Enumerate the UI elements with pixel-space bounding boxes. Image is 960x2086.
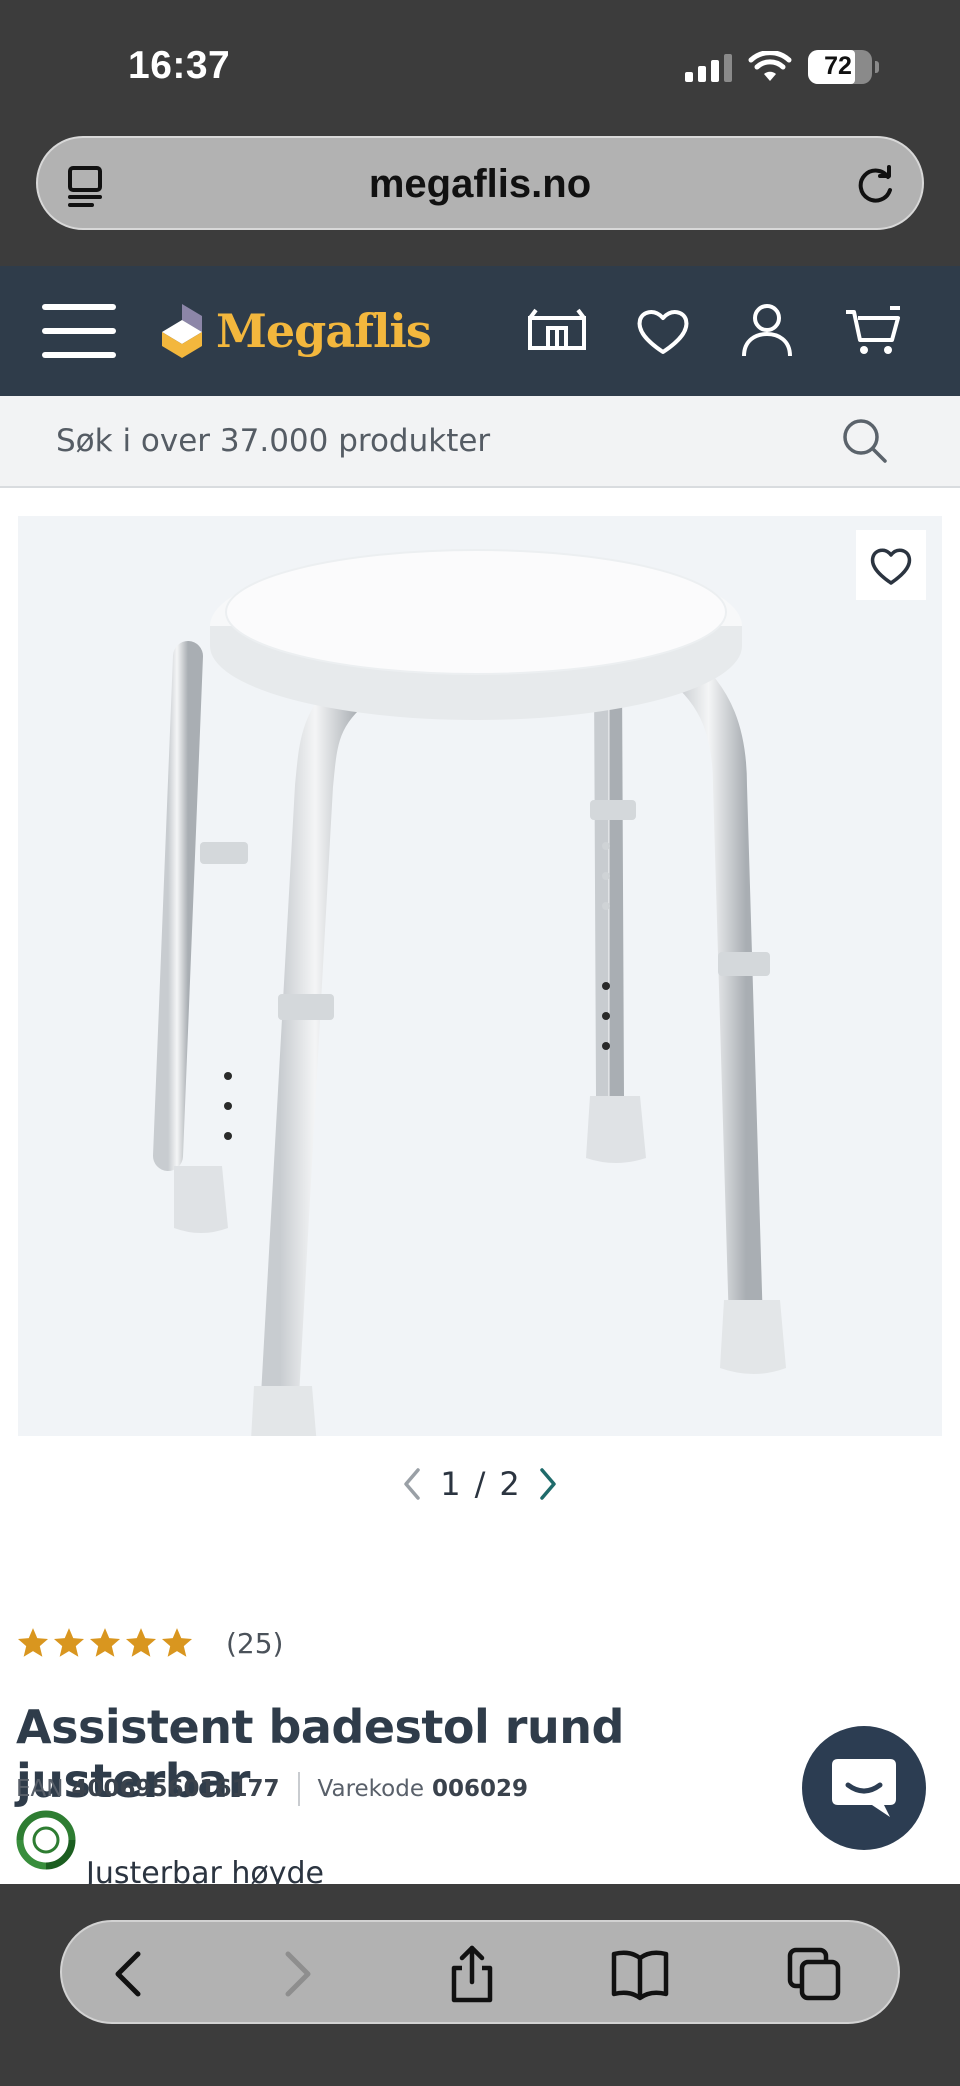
- status-time: 16:37: [128, 44, 231, 87]
- battery-icon: 72: [808, 50, 879, 84]
- gallery-current: 1: [440, 1465, 461, 1503]
- review-count[interactable]: (25): [226, 1627, 283, 1660]
- next-image-icon[interactable]: [534, 1464, 562, 1504]
- prev-image-icon[interactable]: [398, 1464, 426, 1504]
- search-bar: [0, 396, 960, 488]
- chat-bubble-icon: [832, 1759, 896, 1817]
- item-code-value: 006029: [432, 1776, 529, 1802]
- product-codes: EAN 4006956016177 Varekode 006029: [16, 1772, 528, 1806]
- star-icon: [17, 1628, 49, 1657]
- rating-stars: [16, 1626, 194, 1660]
- product-image[interactable]: [18, 516, 942, 1464]
- forward-icon[interactable]: [266, 1944, 326, 2004]
- star-icon: [89, 1628, 121, 1657]
- add-to-wishlist-button[interactable]: [856, 530, 926, 600]
- reload-icon[interactable]: [850, 160, 900, 210]
- address-bar[interactable]: megaflis.no: [36, 136, 924, 230]
- bookmarks-icon[interactable]: [610, 1944, 670, 2004]
- wifi-icon: [748, 51, 792, 81]
- item-code-label: Varekode: [317, 1776, 424, 1802]
- battery-level: 72: [824, 52, 852, 80]
- brand-logo[interactable]: Megaflis: [156, 296, 432, 366]
- url-text[interactable]: megaflis.no: [38, 162, 922, 207]
- star-icon: [125, 1628, 157, 1657]
- status-icons: 72: [685, 50, 879, 84]
- brand-name: Megaflis: [216, 304, 432, 358]
- product-rating[interactable]: (25): [16, 1626, 283, 1660]
- search-input[interactable]: [56, 418, 816, 464]
- logo-mark-icon: [162, 304, 202, 358]
- star-icon: [53, 1628, 85, 1657]
- gallery-separator: /: [474, 1465, 486, 1503]
- eco-badge-icon: [16, 1810, 76, 1870]
- gallery-pager: 1 / 2: [0, 1464, 960, 1504]
- search-icon[interactable]: [840, 416, 890, 466]
- wishlist-icon[interactable]: [632, 302, 694, 360]
- store-icon[interactable]: [526, 302, 588, 360]
- cart-icon[interactable]: [842, 302, 904, 360]
- breadcrumb: [34, 488, 234, 494]
- divider: [297, 1772, 300, 1806]
- share-icon[interactable]: [442, 1944, 502, 2004]
- account-icon[interactable]: [736, 302, 798, 360]
- star-icon: [161, 1628, 193, 1657]
- shower-stool-image: [153, 549, 786, 1464]
- browser-chrome-bottom: [0, 1884, 960, 2086]
- menu-icon[interactable]: [42, 304, 116, 358]
- ean-value: 4006956016177: [71, 1776, 280, 1802]
- gallery-total: 2: [499, 1465, 520, 1503]
- chat-button[interactable]: [802, 1726, 926, 1850]
- browser-chrome-top: 16:37 72 megaflis.no: [0, 0, 960, 266]
- browser-toolbar: [60, 1920, 900, 2024]
- back-icon[interactable]: [100, 1944, 160, 2004]
- ean-label: EAN: [16, 1776, 64, 1802]
- cellular-signal-icon: [685, 52, 732, 82]
- heart-icon: [870, 548, 912, 585]
- tabs-icon[interactable]: [784, 1944, 844, 2004]
- site-header: Megaflis: [0, 266, 960, 396]
